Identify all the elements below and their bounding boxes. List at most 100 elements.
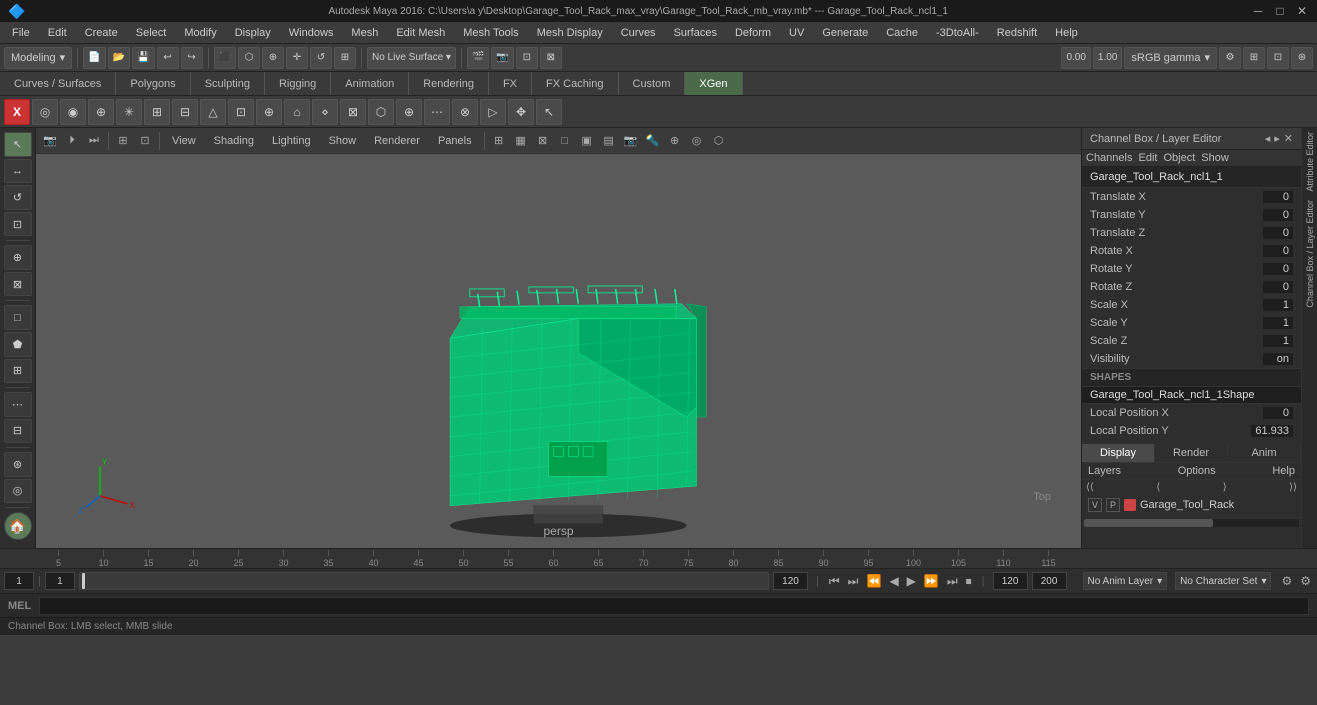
save-button[interactable]: 💾	[132, 47, 154, 69]
range-end-input[interactable]	[773, 572, 808, 590]
vt-grid2[interactable]: ▦	[511, 131, 531, 151]
go-end-button[interactable]: ⏹	[964, 574, 974, 589]
tab-rendering[interactable]: Rendering	[409, 72, 489, 95]
anim-layer-dropdown[interactable]: No Anim Layer ▾	[1083, 572, 1168, 590]
cam-btn[interactable]: 📷	[491, 47, 513, 69]
scale-y-row[interactable]: Scale Y 1	[1082, 314, 1301, 332]
help-menu[interactable]: Help	[1272, 465, 1295, 477]
render-mode-button[interactable]: ◎	[4, 479, 32, 504]
tool-arrow[interactable]: ▷	[480, 99, 506, 125]
menu-mesh[interactable]: Mesh	[343, 25, 386, 41]
menu-surfaces[interactable]: Surfaces	[666, 25, 725, 41]
step-back-button[interactable]: ⏭	[846, 574, 861, 589]
layer-nav-left2[interactable]: ⟨⟨	[1086, 482, 1094, 493]
back-button[interactable]: ◀	[887, 574, 900, 588]
menu-select[interactable]: Select	[128, 25, 175, 41]
tool-mesh-icon[interactable]: ⊟	[172, 99, 198, 125]
menu-uv[interactable]: UV	[781, 25, 812, 41]
object-menu[interactable]: Object	[1163, 152, 1195, 164]
layers-menu[interactable]: Layers	[1088, 465, 1121, 477]
current-frame-input[interactable]	[4, 572, 34, 590]
scale-button[interactable]: ⊡	[4, 212, 32, 237]
view-menu[interactable]: View	[164, 133, 204, 149]
render-settings-btn[interactable]: ⊛	[1291, 47, 1313, 69]
anim-tab[interactable]: Anim	[1228, 444, 1301, 462]
lasso-tool[interactable]: ⬡	[238, 47, 260, 69]
vt-sq3[interactable]: ▤	[599, 131, 619, 151]
mode-dropdown[interactable]: Modeling ▾	[4, 47, 72, 69]
scale-tool[interactable]: ⊞	[334, 47, 356, 69]
grid-btn[interactable]: ⊞	[1243, 47, 1265, 69]
rotate-x-value[interactable]: 0	[1263, 245, 1293, 257]
channels-menu[interactable]: Channels	[1086, 152, 1132, 164]
menu-create[interactable]: Create	[77, 25, 126, 41]
snap-grid-button[interactable]: □	[4, 305, 32, 330]
visibility-row[interactable]: Visibility on	[1082, 350, 1301, 368]
timeline-ruler[interactable]: 5 10 15 20 25 30 35 40 45 50 55 60 65 70…	[0, 549, 1317, 569]
visibility-value[interactable]: on	[1263, 353, 1293, 365]
menu-edit[interactable]: Edit	[40, 25, 75, 41]
scene-view-button[interactable]: 🏠	[4, 512, 32, 540]
maximize-button[interactable]: □	[1273, 4, 1287, 18]
menu-help[interactable]: Help	[1047, 25, 1086, 41]
rotate-y-row[interactable]: Rotate Y 0	[1082, 260, 1301, 278]
vt-sel[interactable]: ◎	[687, 131, 707, 151]
tool-x[interactable]: X	[4, 99, 30, 125]
step-btn[interactable]: ⏭	[84, 131, 104, 151]
rotate-button[interactable]: ↺	[4, 185, 32, 210]
vt-cam3[interactable]: ⊕	[665, 131, 685, 151]
move-tool[interactable]: ✛	[286, 47, 308, 69]
tab-custom[interactable]: Custom	[619, 72, 686, 95]
vt-iso[interactable]: ⬡	[709, 131, 729, 151]
render-tab[interactable]: Render	[1155, 444, 1228, 462]
options-menu[interactable]: Options	[1178, 465, 1216, 477]
open-button[interactable]: 📂	[108, 47, 130, 69]
minimize-button[interactable]: ─	[1251, 4, 1265, 18]
layer-nav-left[interactable]: ⟨	[1156, 482, 1160, 493]
ipr-btn[interactable]: ⊡	[516, 47, 538, 69]
tool-more[interactable]: ⋯	[424, 99, 450, 125]
char-set-dropdown[interactable]: No Character Set ▾	[1175, 572, 1271, 590]
anim-start-input[interactable]	[993, 572, 1028, 590]
mel-input[interactable]	[39, 597, 1309, 615]
settings-btn[interactable]: ⚙	[1219, 47, 1241, 69]
tool-xcirc[interactable]: ⊗	[452, 99, 478, 125]
scale-z-value[interactable]: 1	[1263, 335, 1293, 347]
local-pos-y-row[interactable]: Local Position Y 61.933	[1082, 422, 1301, 440]
scale-y-value[interactable]: 1	[1263, 317, 1293, 329]
tool-home[interactable]: ⌂	[284, 99, 310, 125]
step-fwd-button[interactable]: ⏭	[945, 574, 960, 589]
menu-windows[interactable]: Windows	[281, 25, 342, 41]
tab-fx[interactable]: FX	[489, 72, 532, 95]
menu-redshift[interactable]: Redshift	[989, 25, 1045, 41]
menu-modify[interactable]: Modify	[176, 25, 224, 41]
menu-edit-mesh[interactable]: Edit Mesh	[388, 25, 453, 41]
menu-3dto[interactable]: -3DtoAll-	[928, 25, 987, 41]
display-options-btn[interactable]: ⊠	[540, 47, 562, 69]
display-toggle-button[interactable]: ⊛	[4, 452, 32, 477]
vt-grid1[interactable]: ⊞	[489, 131, 509, 151]
playback-btn[interactable]: ⏵	[62, 131, 82, 151]
tool-sq[interactable]: ⊡	[228, 99, 254, 125]
tool-plus-circle[interactable]: ⊕	[88, 99, 114, 125]
channel-box-label[interactable]: Channel Box / Layer Editor	[1303, 196, 1317, 312]
lighting-menu[interactable]: Lighting	[264, 133, 319, 149]
menu-generate[interactable]: Generate	[814, 25, 876, 41]
cb-expand-button[interactable]: ▸	[1274, 132, 1280, 145]
wireframe-btn[interactable]: ⊡	[135, 131, 155, 151]
vt-grid3[interactable]: ⊠	[533, 131, 553, 151]
tool-ring[interactable]: ⊕	[256, 99, 282, 125]
undo-button[interactable]: ↩	[157, 47, 179, 69]
rotate-y-value[interactable]: 0	[1263, 263, 1293, 275]
menu-curves[interactable]: Curves	[613, 25, 664, 41]
viewport[interactable]: 📷 ⏵ ⏭ ⊞ ⊡ View Shading Lighting Show Ren…	[36, 128, 1081, 548]
translate-button[interactable]: ↔	[4, 159, 32, 184]
snap-btn[interactable]: ⊡	[1267, 47, 1289, 69]
layer-color-swatch[interactable]	[1124, 499, 1136, 511]
tool-fill-circle[interactable]: ◉	[60, 99, 86, 125]
menu-file[interactable]: File	[4, 25, 38, 41]
translate-z-row[interactable]: Translate Z 0	[1082, 224, 1301, 242]
layer-playback-toggle[interactable]: P	[1106, 498, 1120, 512]
tool-box[interactable]: ⊞	[144, 99, 170, 125]
playback-slider[interactable]	[79, 572, 769, 590]
